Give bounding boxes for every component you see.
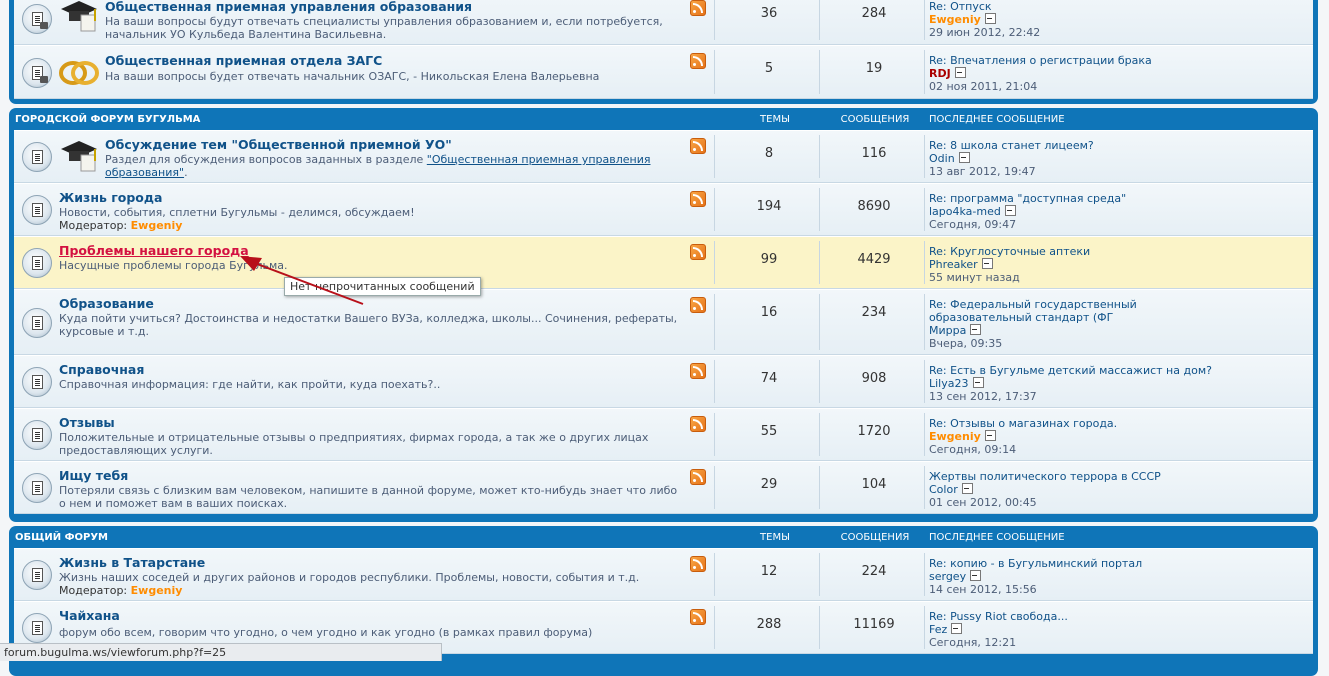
annotation-arrow-icon xyxy=(240,256,364,305)
browser-status-url: forum.bugulma.ws/viewforum.php?f=25 xyxy=(0,643,442,661)
